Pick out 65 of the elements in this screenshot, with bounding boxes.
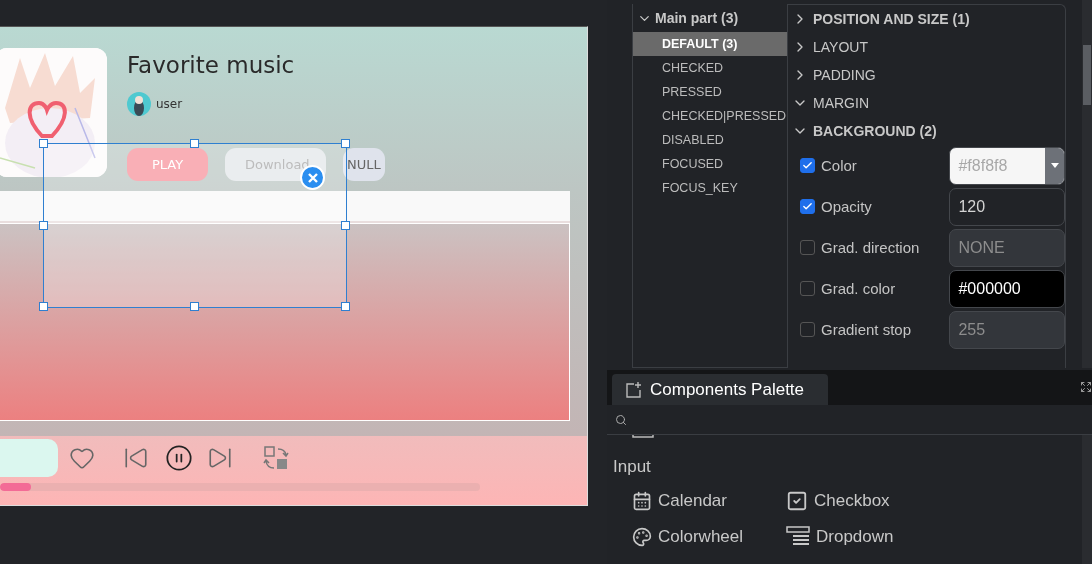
- palette-icon: [632, 527, 652, 547]
- property-field[interactable]: 255: [949, 310, 1065, 349]
- palette-item[interactable]: Checkbox: [786, 490, 936, 512]
- property-label: Grad. direction: [821, 239, 921, 256]
- repeat-icon[interactable]: [263, 445, 289, 471]
- add-component-icon: [624, 380, 642, 399]
- checkbox[interactable]: [800, 158, 815, 173]
- search-field[interactable]: [607, 405, 1092, 435]
- caret-icon: [1050, 163, 1059, 168]
- check-icon: [802, 160, 813, 171]
- heart-icon[interactable]: [69, 445, 95, 471]
- property-field[interactable]: NONE: [949, 228, 1065, 267]
- resize-handle[interactable]: [341, 302, 350, 311]
- checkbox[interactable]: [800, 199, 815, 214]
- state-item[interactable]: DEFAULT (3): [633, 32, 787, 56]
- section-header[interactable]: PADDING: [813, 67, 876, 83]
- resize-handle[interactable]: [190, 302, 199, 311]
- checkbox[interactable]: [800, 281, 815, 296]
- tree-header[interactable]: Main part (3): [633, 4, 787, 32]
- state-item[interactable]: FOCUSED: [633, 152, 787, 176]
- section-header[interactable]: POSITION AND SIZE (1): [813, 11, 970, 27]
- resize-handle[interactable]: [39, 220, 48, 230]
- cover-box: [0, 439, 58, 477]
- resize-handle[interactable]: [190, 139, 199, 148]
- resize-handle[interactable]: [39, 139, 48, 148]
- calendar-icon: [632, 491, 652, 511]
- dropdown-button[interactable]: [1045, 147, 1064, 184]
- palette-item[interactable]: Calendar: [632, 490, 786, 512]
- section-header[interactable]: LAYOUT: [813, 39, 868, 55]
- palette-item[interactable]: Dropdown: [786, 526, 936, 548]
- playlist-title: Favorite music: [127, 52, 296, 78]
- scrollbar[interactable]: [1082, 435, 1092, 564]
- section-header[interactable]: MARGIN: [813, 95, 869, 111]
- property-label: Opacity: [821, 198, 873, 215]
- resize-handle[interactable]: [341, 220, 350, 230]
- state-item[interactable]: DISABLED: [633, 128, 787, 152]
- palette-tab[interactable]: Components Palette: [612, 374, 828, 405]
- check-icon: [802, 201, 813, 212]
- state-item[interactable]: CHECKED|PRESSED: [633, 104, 787, 128]
- state-item[interactable]: CHECKED: [633, 56, 787, 80]
- group-label: Input: [613, 457, 652, 477]
- dropdown-icon: [786, 526, 810, 548]
- pause-icon[interactable]: [165, 444, 193, 472]
- property-label: Gradient stop: [821, 321, 913, 338]
- progress-track[interactable]: [0, 483, 480, 491]
- search-icon: [615, 413, 627, 426]
- resize-handle[interactable]: [341, 139, 350, 148]
- scrollbar[interactable]: [1082, 0, 1092, 368]
- section-header[interactable]: BACKGROUND (2): [813, 123, 937, 139]
- checkbox-icon: [786, 490, 808, 512]
- state-item[interactable]: FOCUS_KEY: [633, 176, 787, 200]
- user-avatar: [127, 92, 151, 116]
- close-icon: [307, 172, 318, 183]
- checkbox[interactable]: [800, 240, 815, 255]
- maximize-icon[interactable]: [1080, 381, 1092, 393]
- palette-item[interactable]: Colorwheel: [632, 526, 786, 548]
- checkbox[interactable]: [800, 322, 815, 337]
- property-label: Color: [821, 157, 858, 174]
- property-label: Grad. color: [821, 280, 897, 297]
- user-name: user: [156, 97, 183, 111]
- property-field[interactable]: 120: [949, 187, 1065, 226]
- null-button[interactable]: NULL: [343, 148, 385, 181]
- state-item[interactable]: PRESSED: [633, 80, 787, 104]
- resize-handle[interactable]: [39, 302, 48, 311]
- property-field[interactable]: #000000: [949, 269, 1065, 308]
